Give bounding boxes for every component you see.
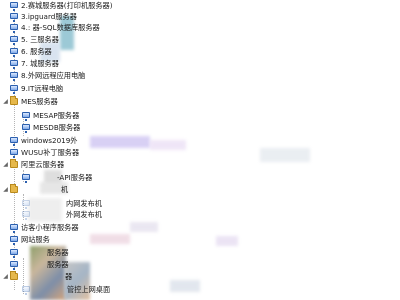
tree-item[interactable]: 外网发布机 [22, 209, 102, 220]
folder-icon [10, 159, 18, 168]
tree-item[interactable]: 9.IT远程电脑 [10, 83, 63, 94]
folder-icon [10, 184, 18, 193]
tree-item-label: 机 [61, 185, 69, 194]
computer-icon [10, 13, 18, 22]
tree-item-label: 管控上网桌面 [67, 285, 111, 294]
computer-icon [10, 249, 18, 258]
tree-item[interactable]: 8.外网远程应用电脑 [10, 70, 85, 81]
redaction-block [90, 136, 150, 148]
tree-item-label: 7. 城服务器 [21, 59, 59, 68]
tree-item[interactable]: 5. 三服务器 [10, 34, 59, 45]
tree-item[interactable]: 4.: 器-SQL数据库服务器 [10, 22, 100, 33]
computer-icon [22, 286, 30, 295]
tree-item-label: 服务器 [47, 260, 69, 269]
tree-item[interactable]: MESDB服务器 [22, 122, 80, 133]
tree-item-label: 8.外网远程应用电脑 [21, 71, 86, 80]
tree-item[interactable]: 3.ipguard服务器 [10, 11, 77, 22]
computer-icon [22, 124, 30, 133]
tree-folder[interactable]: ◢ 机 [1, 184, 68, 195]
tree-item[interactable]: WUSU补丁服务器 [10, 147, 79, 158]
tree-folder[interactable]: ◢ 阿里云服务器 [1, 159, 64, 170]
computer-icon [10, 2, 18, 11]
tree-item[interactable]: 2.赛城服务器(打印机服务器) [10, 0, 113, 11]
computer-icon [10, 36, 18, 45]
tree-item[interactable]: MESAP服务器 [22, 110, 79, 121]
tree-item-label: -API服务器 [57, 173, 93, 182]
tree-item-label: MESAP服务器 [33, 111, 80, 120]
tree-item-label: 6. 服务器 [21, 47, 52, 56]
folder-icon [10, 96, 18, 105]
tree-folder[interactable]: ◢ MES服务器 [1, 96, 58, 107]
redaction-block [90, 234, 130, 244]
tree-item-label: 内网发布机 [66, 199, 102, 208]
redaction-block [130, 222, 158, 232]
tree-item[interactable]: -API服务器 [22, 172, 92, 183]
tree-item-label: 阿里云服务器 [21, 160, 65, 169]
computer-icon [22, 200, 30, 209]
tree-item[interactable]: 7. 城服务器 [10, 58, 59, 69]
tree-item-label: windows2019外 [21, 136, 78, 145]
tree-item-label: MES服务器 [21, 97, 58, 106]
redaction-block [216, 236, 238, 246]
tree-item[interactable]: 服务器 [10, 259, 69, 270]
computer-icon [22, 112, 30, 121]
tree-item-label: 器 [65, 272, 73, 281]
tree-item-label: 4.: 器-SQL数据库服务器 [21, 23, 100, 32]
tree-item[interactable]: 6. 服务器 [10, 46, 52, 57]
computer-icon [10, 60, 18, 69]
computer-icon [10, 261, 18, 270]
folder-icon [10, 271, 18, 280]
tree-item[interactable]: windows2019外 [10, 135, 78, 146]
computer-icon [10, 48, 18, 57]
collapse-arrow-icon[interactable]: ◢ [1, 159, 10, 170]
tree-item-label: 2.赛城服务器(打印机服务器) [21, 1, 113, 10]
tree-item-label: 网站服务 [21, 235, 50, 244]
tree-item-label: MESDB服务器 [33, 123, 81, 132]
tree-item[interactable]: 服务器 [10, 247, 69, 258]
tree-item-label: 5. 三服务器 [21, 35, 59, 44]
redaction-block [260, 148, 310, 162]
computer-icon [10, 85, 18, 94]
redaction-block [170, 280, 200, 292]
tree-item-label: 3.ipguard服务器 [21, 12, 77, 21]
redaction-block [150, 140, 186, 150]
tree-item-label: WUSU补丁服务器 [21, 148, 80, 157]
tree-item-label: 9.IT远程电脑 [21, 84, 64, 93]
tree-item[interactable]: 管控上网桌面 [22, 284, 110, 295]
tree-item[interactable]: 网站服务 [10, 234, 50, 245]
tree-folder[interactable]: ◢ 器 [1, 271, 72, 282]
computer-icon [10, 24, 18, 33]
tree-item-label: 外网发布机 [66, 210, 102, 219]
computer-icon [10, 224, 18, 233]
server-tree: 2.赛城服务器(打印机服务器) 3.ipguard服务器 4.: 器-SQL数据… [0, 0, 400, 300]
computer-icon [10, 236, 18, 245]
computer-icon [10, 72, 18, 81]
tree-item[interactable]: 访客小程序服务器 [10, 222, 79, 233]
collapse-arrow-icon[interactable]: ◢ [1, 271, 10, 282]
computer-icon [10, 137, 18, 146]
collapse-arrow-icon[interactable]: ◢ [1, 96, 10, 107]
tree-item-label: 访客小程序服务器 [21, 223, 79, 232]
computer-icon [10, 149, 18, 158]
tree-item[interactable]: 内网发布机 [22, 198, 102, 209]
computer-icon [22, 174, 30, 183]
collapse-arrow-icon[interactable]: ◢ [1, 184, 10, 195]
computer-icon [22, 211, 30, 220]
tree-item-label: 服务器 [47, 248, 69, 257]
